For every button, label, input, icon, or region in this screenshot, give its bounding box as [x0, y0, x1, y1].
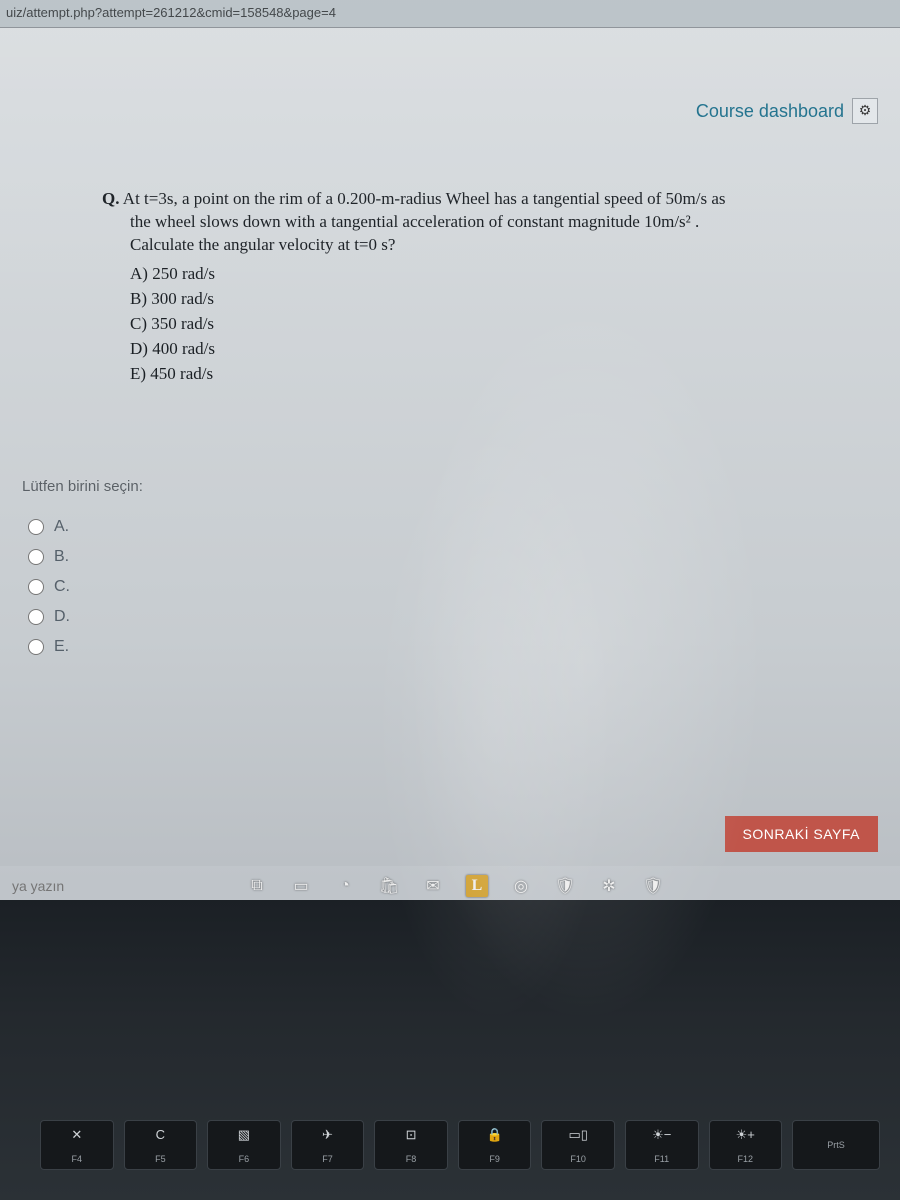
brightness-down-icon: ☀−	[652, 1127, 671, 1143]
key-f8[interactable]: ⊡ F8	[374, 1120, 448, 1170]
page-content: Course dashboard ⚙ Q. At t=3s, a point o…	[0, 28, 900, 900]
radio-input-e[interactable]	[28, 639, 44, 655]
camera-icon: ⊡	[406, 1127, 417, 1143]
gear-icon: ⚙	[859, 103, 872, 120]
course-dashboard-link[interactable]: Course dashboard	[696, 101, 844, 122]
question-line-3: Calculate the angular velocity at t=0 s?	[130, 235, 395, 254]
refresh-icon: C	[156, 1127, 165, 1142]
radio-label-e: E.	[54, 638, 69, 656]
key-f7[interactable]: ✈ F7	[291, 1120, 365, 1170]
photos-icon[interactable]: ◎	[510, 875, 532, 897]
inline-option-d: D) 400 rad/s	[130, 338, 870, 361]
key-f4[interactable]: ✕ F4	[40, 1120, 114, 1170]
display-switch-icon: ▭▯	[568, 1127, 587, 1143]
key-f8-label: F8	[406, 1154, 417, 1164]
store-icon[interactable]: 🛍	[378, 875, 400, 897]
settings-button[interactable]: ⚙	[852, 98, 878, 124]
misc-icon[interactable]: ✲	[598, 875, 620, 897]
brightness-up-icon: ☀+	[736, 1127, 755, 1143]
airplane-icon: ✈	[322, 1127, 333, 1143]
radio-option-e[interactable]: E.	[28, 638, 70, 656]
shield-icon[interactable]: 🛡	[554, 875, 576, 897]
radio-label-b: B.	[54, 548, 69, 566]
inline-option-b: B) 300 rad/s	[130, 288, 870, 311]
radio-label-c: C.	[54, 578, 70, 596]
key-f12-label: F12	[738, 1154, 754, 1164]
key-f5[interactable]: C F5	[124, 1120, 198, 1170]
radio-option-c[interactable]: C.	[28, 578, 70, 596]
inline-option-e: E) 450 rad/s	[130, 363, 870, 386]
inline-option-a: A) 250 rad/s	[130, 263, 870, 286]
key-f7-label: F7	[322, 1154, 333, 1164]
key-f4-label: F4	[72, 1154, 83, 1164]
radio-option-b[interactable]: B.	[28, 548, 70, 566]
radio-option-d[interactable]: D.	[28, 608, 70, 626]
laptop-keyboard-area: ✕ F4 C F5 ▧ F6 ✈ F7 ⊡ F8 🔒 F9 ▭▯ F10 ☀−	[0, 900, 900, 1200]
radio-option-a[interactable]: A.	[28, 518, 70, 536]
answer-radio-group: A. B. C. D. E.	[28, 506, 70, 668]
key-f5-label: F5	[155, 1154, 166, 1164]
question-line-2: the wheel slows down with a tangential a…	[130, 212, 699, 231]
key-f9[interactable]: 🔒 F9	[458, 1120, 532, 1170]
explorer-icon[interactable]: ▭	[290, 875, 312, 897]
edge-icon[interactable]: ◔	[334, 875, 356, 897]
radio-input-b[interactable]	[28, 549, 44, 565]
address-bar[interactable]: uiz/attempt.php?attempt=261212&cmid=1585…	[0, 0, 900, 28]
function-key-row: ✕ F4 C F5 ▧ F6 ✈ F7 ⊡ F8 🔒 F9 ▭▯ F10 ☀−	[40, 1120, 880, 1170]
shield2-icon[interactable]: 🛡	[642, 875, 664, 897]
lock-icon: 🔒	[487, 1127, 503, 1143]
question-block: Q. At t=3s, a point on the rim of a 0.20…	[60, 188, 870, 388]
touchpad-icon: ▧	[238, 1127, 250, 1143]
taskbar-icons: ⧉ ▭ ◔ 🛍 ✉ L ◎ 🛡 ✲ 🛡	[246, 875, 664, 897]
taskbar-search-input[interactable]	[6, 872, 216, 900]
question-inline-options: A) 250 rad/s B) 300 rad/s C) 350 rad/s D…	[60, 263, 870, 386]
key-f10[interactable]: ▭▯ F10	[541, 1120, 615, 1170]
radio-input-c[interactable]	[28, 579, 44, 595]
key-prtsc[interactable]: PrtS	[792, 1120, 880, 1170]
key-f10-label: F10	[570, 1154, 586, 1164]
inline-option-c: C) 350 rad/s	[130, 313, 870, 336]
task-view-icon[interactable]: ⧉	[246, 875, 268, 897]
close-icon: ✕	[71, 1127, 82, 1143]
next-page-button[interactable]: SONRAKİ SAYFA	[725, 816, 879, 852]
radio-label-d: D.	[54, 608, 70, 626]
question-prefix: Q.	[102, 189, 119, 208]
key-f9-label: F9	[489, 1154, 500, 1164]
key-f11-label: F11	[654, 1154, 669, 1164]
radio-label-a: A.	[54, 518, 69, 536]
radio-input-a[interactable]	[28, 519, 44, 535]
app-l-icon[interactable]: L	[466, 875, 488, 897]
select-one-prompt: Lütfen birini seçin:	[22, 478, 143, 495]
radio-input-d[interactable]	[28, 609, 44, 625]
key-f6[interactable]: ▧ F6	[207, 1120, 281, 1170]
key-f6-label: F6	[239, 1154, 250, 1164]
key-f11[interactable]: ☀− F11	[625, 1120, 699, 1170]
question-line-1: At t=3s, a point on the rim of a 0.200-m…	[123, 189, 726, 208]
key-f12[interactable]: ☀+ F12	[709, 1120, 783, 1170]
key-prtsc-label: PrtS	[827, 1140, 845, 1150]
url-text: uiz/attempt.php?attempt=261212&cmid=1585…	[6, 5, 336, 20]
mail-icon[interactable]: ✉	[422, 875, 444, 897]
